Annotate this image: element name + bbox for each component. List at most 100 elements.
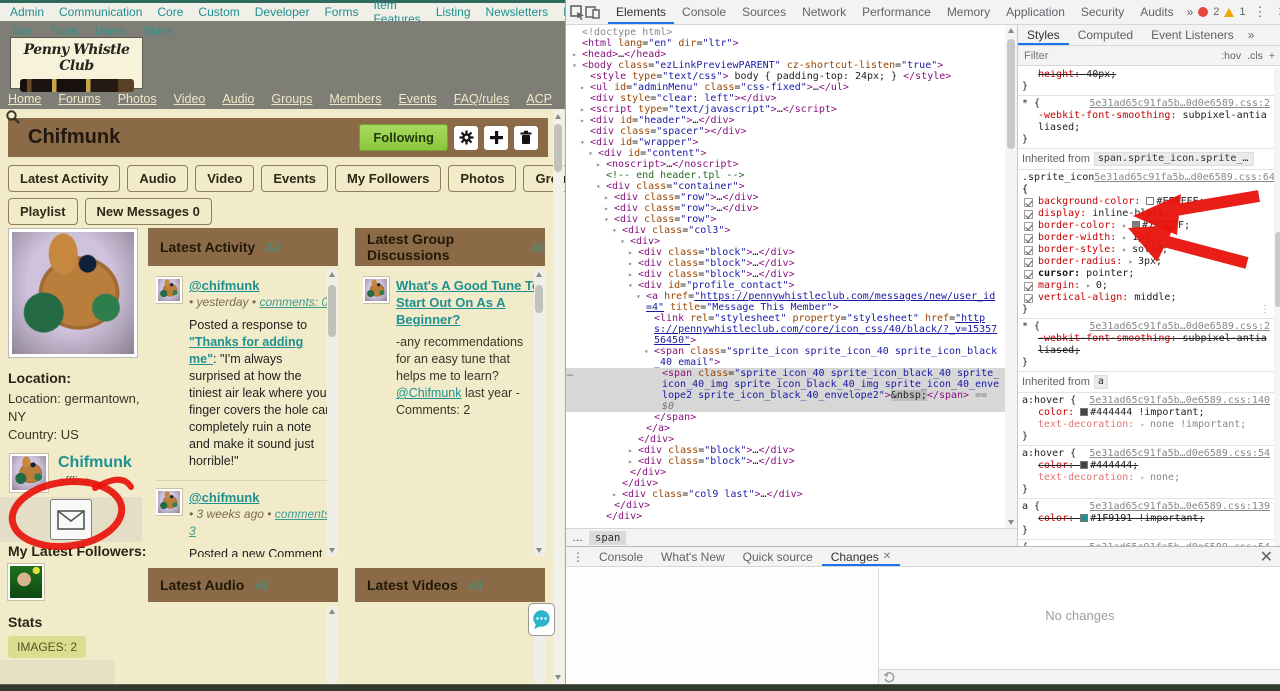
expand-arrow-icon[interactable]: ▸ [1122, 233, 1132, 242]
profile-tab[interactable]: My Followers [335, 165, 441, 192]
dom-tree-line[interactable]: ▸<div class="block">…</div> [566, 258, 1005, 269]
dom-tree-line[interactable]: ▸<div class="block">…</div> [566, 247, 1005, 258]
dom-tree-line[interactable]: ▾<div id="wrapper"> [566, 137, 1005, 148]
color-swatch[interactable] [1080, 514, 1088, 522]
latest-audio-all-link[interactable]: All [254, 578, 268, 593]
user-handle-link[interactable]: @chifmunk [189, 277, 328, 294]
chat-widget-button[interactable] [528, 603, 555, 636]
dom-tree-line[interactable]: ▾<div> [566, 236, 1005, 247]
twisty-collapsed-icon[interactable]: ▸ [580, 82, 585, 93]
rule-menu-icon[interactable]: ⋮ [1260, 304, 1270, 316]
property-checkbox[interactable] [1024, 294, 1033, 303]
site-nav-link[interactable]: Members [329, 92, 381, 106]
css-property[interactable]: -webkit-font-smoothing: subpixel-antiali… [1022, 333, 1270, 357]
breadcrumb-node-span[interactable]: span [589, 531, 626, 545]
css-selector[interactable]: a:hover { [1022, 395, 1076, 407]
dom-tree-line[interactable]: <div style="clear: left"></div> [566, 93, 1005, 104]
breadcrumb-overflow[interactable]: … [572, 532, 583, 544]
dom-tree-line[interactable]: ▾<div class="col3"> [566, 225, 1005, 236]
twisty-collapsed-icon[interactable]: ▸ [628, 269, 633, 280]
dom-tree-line[interactable]: <link rel="stylesheet" property="stylesh… [566, 313, 1005, 346]
property-checkbox[interactable] [1024, 270, 1033, 279]
dom-tree-line[interactable]: </span> [566, 412, 1005, 423]
twisty-collapsed-icon[interactable]: ▸ [604, 203, 609, 214]
css-property[interactable]: height: 40px; [1022, 69, 1270, 81]
follower-avatar[interactable] [8, 564, 44, 600]
drawer-menu-icon[interactable]: ⋮ [566, 550, 590, 564]
stylesheet-source-link[interactable]: 5e31ad65c91fa5b…0d0e6589.css:2 [1089, 98, 1270, 110]
property-checkbox[interactable] [1024, 246, 1033, 255]
styles-more-tabs[interactable]: » [1243, 28, 1260, 42]
admin-menu-link[interactable]: Newsletters [486, 5, 549, 19]
css-selector[interactable]: a:hover { [1022, 448, 1076, 460]
user-card-avatar[interactable] [10, 454, 48, 492]
color-swatch[interactable] [1080, 461, 1088, 469]
devtools-tab-application[interactable]: Application [998, 0, 1073, 24]
dom-tree-line[interactable]: ▸<div class="col9 last">…</div> [566, 489, 1005, 500]
twisty-collapsed-icon[interactable]: ▸ [612, 489, 617, 500]
delete-button[interactable] [514, 126, 538, 150]
expand-arrow-icon[interactable]: ▸ [1140, 473, 1150, 482]
toggle-hover-state-button[interactable]: :hov [1221, 50, 1241, 62]
discussion-title-link[interactable]: What's A Good Tune To Start Out On As A … [396, 277, 541, 328]
profile-tab[interactable]: Audio [127, 165, 188, 192]
profile-tab[interactable]: Latest Activity [8, 165, 120, 192]
drawer-tab-close-icon[interactable]: ✕ [883, 551, 891, 562]
site-nav-link[interactable]: Home [8, 92, 41, 106]
warning-badge-icon[interactable] [1224, 8, 1234, 17]
css-selector[interactable]: a { [1022, 501, 1040, 513]
css-property[interactable]: -webkit-font-smoothing: subpixel-antiali… [1022, 110, 1270, 134]
twisty-expanded-icon[interactable]: ▾ [596, 181, 601, 192]
dom-tree-line[interactable]: ▾<div class="container"> [566, 181, 1005, 192]
discussion-author-link[interactable]: @Chifmunk [396, 386, 462, 400]
stylesheet-source-link[interactable]: 5e31ad65c91fa5b…0d0e6589.css:2 [1089, 321, 1270, 333]
search-icon[interactable] [5, 109, 21, 130]
styles-tab-styles[interactable]: Styles [1018, 25, 1069, 45]
site-nav-link[interactable]: Audio [222, 92, 254, 106]
new-style-rule-button[interactable]: + [1269, 50, 1275, 62]
stylesheet-source-link[interactable]: 5e31ad65c91fa5b…d0e6589.css:54 [1089, 448, 1270, 460]
dom-tree-line[interactable]: ▸<script type="text/javascript">…</scrip… [566, 104, 1005, 115]
devtools-tab-security[interactable]: Security [1073, 0, 1132, 24]
twisty-collapsed-icon[interactable]: ▸ [604, 192, 609, 203]
twisty-collapsed-icon[interactable]: ▸ [628, 258, 633, 269]
admin-menu-link[interactable]: Listing [436, 5, 471, 19]
dom-tree-line[interactable]: <div class="spacer"></div> [566, 126, 1005, 137]
css-selector[interactable]: .sprite_icon [1022, 172, 1094, 184]
color-swatch[interactable] [1080, 408, 1088, 416]
discussions-scrollbar[interactable] [534, 269, 545, 556]
devtools-tab-performance[interactable]: Performance [854, 0, 939, 24]
property-checkbox[interactable] [1024, 198, 1033, 207]
dom-tree-line[interactable]: ▾<body class="ezLinkPreviewPARENT" cz-sh… [566, 60, 1005, 71]
user-avatar[interactable] [156, 489, 182, 515]
twisty-expanded-icon[interactable]: ▾ [612, 225, 617, 236]
dom-tree-line[interactable]: ▸<div class="row">…</div> [566, 192, 1005, 203]
site-nav-link[interactable]: FAQ/rules [454, 92, 510, 106]
twisty-expanded-icon[interactable]: ▾ [580, 137, 585, 148]
color-swatch[interactable] [1146, 197, 1154, 205]
dom-tree-line[interactable]: <style type="text/css"> body { padding-t… [566, 71, 1005, 82]
devtools-tab-network[interactable]: Network [794, 0, 854, 24]
dom-tree-line[interactable]: ▸<div class="block">…</div> [566, 269, 1005, 280]
site-nav-link[interactable]: Video [174, 92, 206, 106]
user-handle-link[interactable]: @chifmunk [189, 489, 334, 506]
expand-arrow-icon[interactable]: ▸ [1140, 420, 1150, 429]
message-member-button[interactable] [50, 499, 92, 540]
dom-tree-line[interactable]: ▸<div class="block">…</div> [566, 445, 1005, 456]
admin-menu-link[interactable]: Communication [59, 5, 142, 19]
site-nav-link[interactable]: Groups [271, 92, 312, 106]
profile-photo[interactable] [8, 228, 138, 358]
dom-tree-line[interactable]: <!-- end header.tpl --> [566, 170, 1005, 181]
devtools-tab-sources[interactable]: Sources [734, 0, 794, 24]
devtools-close-icon[interactable]: ✕ [1275, 4, 1280, 20]
dom-tree-line[interactable]: ▸<div id="header">…</div> [566, 115, 1005, 126]
css-property[interactable]: color: #1F9191 !important; [1022, 513, 1270, 525]
css-property[interactable]: border-width: ▸ 1px; [1022, 232, 1270, 244]
dom-tree-line[interactable]: ▸<div class="row">…</div> [566, 203, 1005, 214]
inherited-selector[interactable]: span.sprite_icon.sprite_icon_… [1094, 152, 1254, 166]
twisty-collapsed-icon[interactable]: ▸ [596, 159, 601, 170]
add-friend-button[interactable] [484, 126, 508, 150]
dom-tree-line[interactable]: ▾<div class="row"> [566, 214, 1005, 225]
group-avatar[interactable] [363, 277, 389, 303]
profile-tab[interactable]: Events [261, 165, 328, 192]
